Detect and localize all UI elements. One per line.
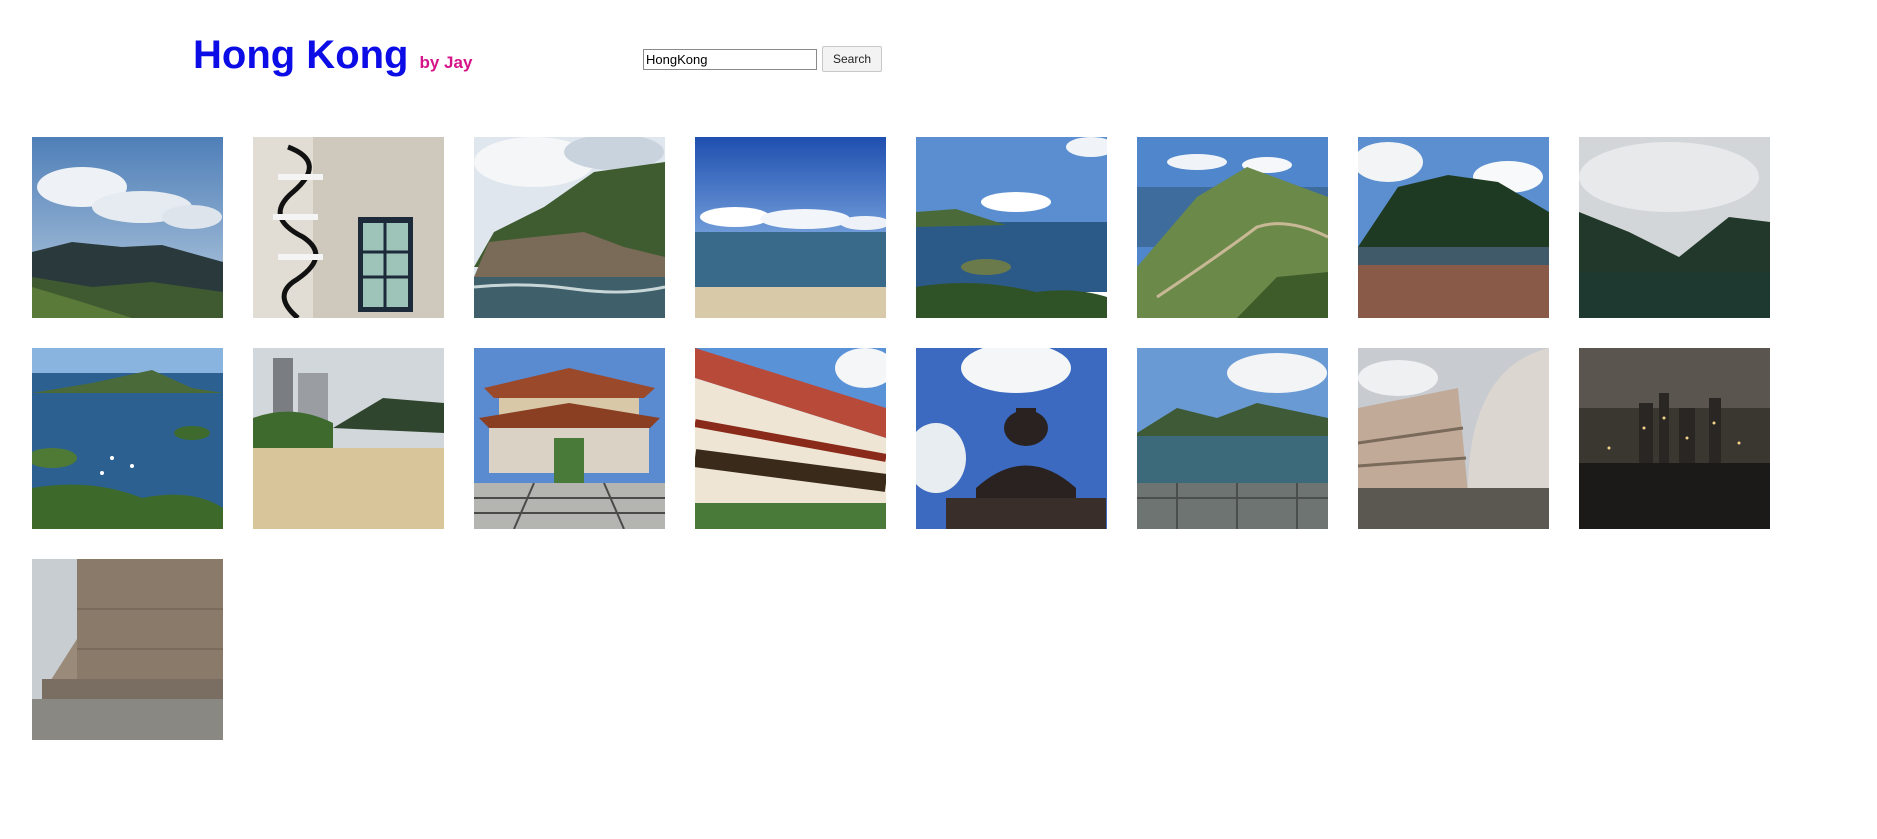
city-night-skyline-photo[interactable] xyxy=(1579,348,1770,529)
beach-blue-sky-photo[interactable] xyxy=(695,137,886,318)
space-museum-dome-photo[interactable] xyxy=(1358,348,1549,529)
search-input[interactable] xyxy=(643,48,817,70)
site-title: Hong Kong xyxy=(193,33,409,77)
temple-courtyard-photo[interactable] xyxy=(474,348,665,529)
site-header: Hong Kong by Jay xyxy=(193,30,472,80)
big-buddha-statue-photo[interactable] xyxy=(916,348,1107,529)
reservoir-cloudy-hills-photo[interactable] xyxy=(1579,137,1770,318)
mountain-pebble-shore-photo[interactable] xyxy=(1358,137,1549,318)
search-form: Search xyxy=(643,46,883,72)
spiral-staircase-window-photo[interactable] xyxy=(253,137,444,318)
search-button[interactable]: Search xyxy=(822,46,883,72)
site-byline: by Jay xyxy=(419,53,473,72)
monastery-building-photo[interactable] xyxy=(695,348,886,529)
reservoir-dam-hills-photo[interactable] xyxy=(1137,348,1328,529)
sandy-beach-towers-photo[interactable] xyxy=(253,348,444,529)
cultural-centre-plaza-photo[interactable] xyxy=(32,559,223,740)
mountain-bay-clouds-photo[interactable] xyxy=(32,137,223,318)
green-hillside-sea-photo[interactable] xyxy=(1137,137,1328,318)
coastal-islands-view-photo[interactable] xyxy=(916,137,1107,318)
rocky-island-sea-photo[interactable] xyxy=(474,137,665,318)
bay-boats-aerial-photo[interactable] xyxy=(32,348,223,529)
